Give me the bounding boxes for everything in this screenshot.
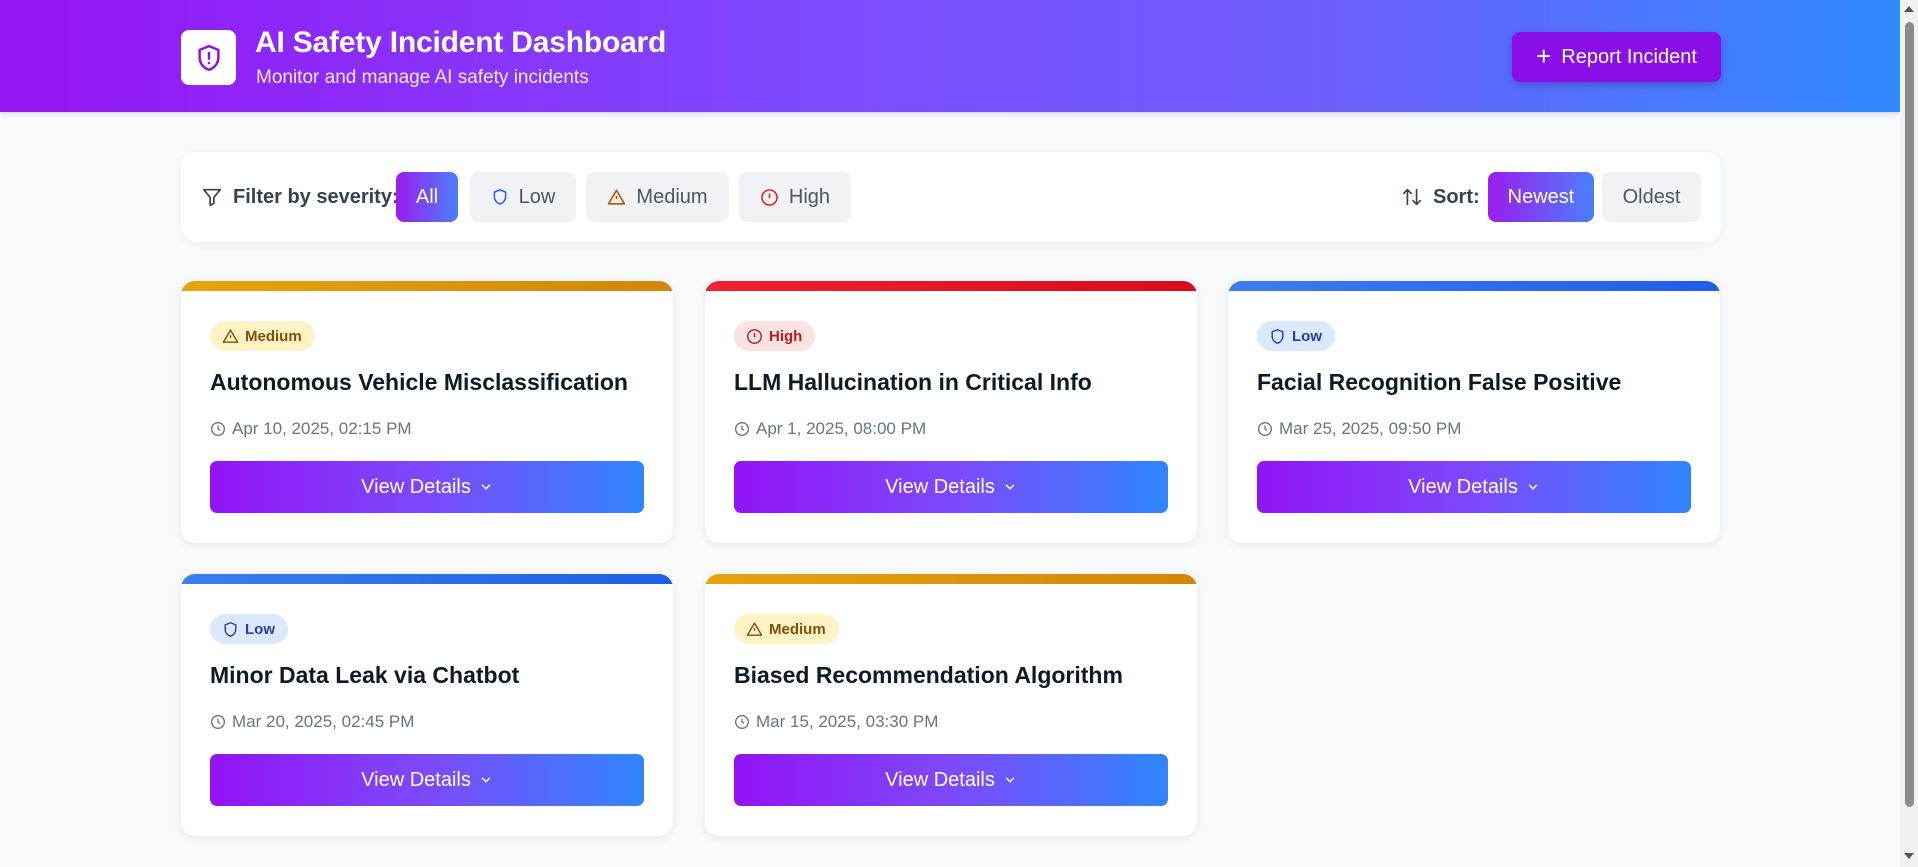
chevron-down-icon bbox=[481, 777, 491, 783]
incident-date: Mar 25, 2025, 09:50 PM bbox=[1257, 419, 1461, 439]
severity-badge: Low bbox=[1257, 321, 1335, 351]
severity-badge-label: High bbox=[769, 327, 803, 345]
view-details-button[interactable]: View Details bbox=[1257, 461, 1691, 513]
filter-low-label: Low bbox=[518, 185, 556, 208]
severity-color-bar bbox=[705, 574, 1197, 584]
view-details-button[interactable]: View Details bbox=[734, 754, 1168, 806]
incident-date-text: Mar 25, 2025, 09:50 PM bbox=[1279, 419, 1462, 438]
sort-oldest-label: Oldest bbox=[1622, 185, 1681, 208]
severity-badge: Medium bbox=[734, 614, 839, 644]
view-details-label: View Details bbox=[361, 768, 471, 791]
filter-label: Filter by severity: bbox=[233, 185, 399, 208]
report-incident-label: Report Incident bbox=[1561, 45, 1697, 68]
shield-alert-icon bbox=[197, 44, 220, 71]
chevron-down-icon bbox=[1005, 484, 1015, 490]
incident-date: Mar 20, 2025, 02:45 PM bbox=[210, 712, 414, 732]
sort-label-group: Sort: bbox=[1401, 152, 1480, 242]
severity-badge-label: Low bbox=[1292, 327, 1322, 345]
severity-badge-label: Medium bbox=[769, 620, 826, 638]
warning-triangle-icon bbox=[608, 189, 626, 205]
incident-card: Medium Autonomous Vehicle Misclassificat… bbox=[181, 281, 673, 543]
scroll-up-arrow-icon[interactable] bbox=[1904, 6, 1914, 12]
filter-high-label: High bbox=[788, 185, 831, 208]
filter-high-button[interactable]: High bbox=[739, 172, 851, 222]
chevron-down-icon bbox=[1005, 777, 1015, 783]
sort-newest-button[interactable]: Newest bbox=[1488, 172, 1594, 222]
severity-badge: High bbox=[734, 321, 816, 351]
incident-date-text: Apr 1, 2025, 08:00 PM bbox=[756, 419, 927, 438]
incident-title: LLM Hallucination in Critical Info bbox=[734, 369, 1092, 395]
sort-oldest-button[interactable]: Oldest bbox=[1602, 172, 1701, 222]
filter-low-button[interactable]: Low bbox=[470, 172, 576, 222]
incident-date: Apr 1, 2025, 08:00 PM bbox=[734, 419, 926, 439]
alert-circle-icon bbox=[761, 188, 778, 206]
incident-title: Facial Recognition False Positive bbox=[1257, 369, 1622, 395]
incident-title: Biased Recommendation Algorithm bbox=[734, 662, 1123, 688]
severity-badge: Medium bbox=[210, 321, 315, 351]
view-details-label: View Details bbox=[1408, 475, 1518, 498]
warning-triangle-icon bbox=[222, 328, 239, 343]
scroll-down-arrow-icon[interactable] bbox=[1904, 853, 1914, 859]
clock-icon bbox=[735, 422, 749, 436]
sort-label: Sort: bbox=[1433, 185, 1480, 208]
incident-card: Low Facial Recognition False Positive Ma… bbox=[1228, 281, 1720, 543]
plus-icon: + bbox=[1536, 40, 1552, 71]
filter-medium-label: Medium bbox=[636, 185, 708, 208]
shield-icon bbox=[1271, 328, 1284, 344]
incident-date-text: Mar 15, 2025, 03:30 PM bbox=[756, 712, 939, 731]
view-details-label: View Details bbox=[885, 475, 995, 498]
chevron-down-icon bbox=[481, 484, 491, 490]
view-details-label: View Details bbox=[885, 768, 995, 791]
view-details-button[interactable]: View Details bbox=[734, 461, 1168, 513]
shield-icon bbox=[493, 189, 507, 205]
report-incident-button[interactable]: + Report Incident bbox=[1512, 32, 1721, 82]
clock-icon bbox=[211, 715, 225, 729]
incident-title: Autonomous Vehicle Misclassification bbox=[210, 369, 628, 395]
incident-title: Minor Data Leak via Chatbot bbox=[210, 662, 520, 688]
view-details-button[interactable]: View Details bbox=[210, 754, 644, 806]
clock-icon bbox=[1258, 422, 1272, 436]
alert-circle-icon bbox=[747, 328, 762, 344]
severity-badge-label: Medium bbox=[245, 327, 302, 345]
severity-color-bar bbox=[1228, 281, 1720, 291]
incident-card: Low Minor Data Leak via Chatbot Mar 20, … bbox=[181, 574, 673, 836]
app-header: AI Safety Incident Dashboard Monitor and… bbox=[0, 0, 1900, 112]
filter-bar: Filter by severity: All Low Medium High … bbox=[181, 152, 1721, 242]
filter-medium-button[interactable]: Medium bbox=[586, 172, 729, 222]
view-details-button[interactable]: View Details bbox=[210, 461, 644, 513]
clock-icon bbox=[211, 422, 225, 436]
severity-color-bar bbox=[181, 281, 673, 291]
scrollbar-thumb[interactable] bbox=[1905, 22, 1914, 807]
sort-newest-label: Newest bbox=[1507, 185, 1575, 208]
app-logo bbox=[181, 30, 236, 85]
severity-badge: Low bbox=[210, 614, 288, 644]
sort-arrows-icon bbox=[1402, 188, 1422, 206]
app-title: AI Safety Incident Dashboard bbox=[255, 26, 667, 59]
warning-triangle-icon bbox=[746, 621, 763, 636]
incident-card: Medium Biased Recommendation Algorithm M… bbox=[705, 574, 1197, 836]
chevron-down-icon bbox=[1528, 484, 1538, 490]
shield-icon bbox=[224, 621, 237, 637]
incident-date-text: Apr 10, 2025, 02:15 PM bbox=[232, 419, 412, 438]
filter-icon bbox=[202, 188, 222, 207]
filter-all-label: All bbox=[415, 185, 439, 208]
incident-date: Apr 10, 2025, 02:15 PM bbox=[210, 419, 412, 439]
severity-color-bar bbox=[181, 574, 673, 584]
vertical-scrollbar[interactable] bbox=[1900, 0, 1918, 867]
incident-card: High LLM Hallucination in Critical Info … bbox=[705, 281, 1197, 543]
filter-all-button[interactable]: All bbox=[396, 172, 458, 222]
severity-color-bar bbox=[705, 281, 1197, 291]
view-details-label: View Details bbox=[361, 475, 471, 498]
severity-filter-label-group: Filter by severity: bbox=[201, 152, 399, 242]
severity-badge-label: Low bbox=[245, 620, 275, 638]
app-subtitle: Monitor and manage AI safety incidents bbox=[256, 67, 589, 88]
clock-icon bbox=[735, 715, 749, 729]
incident-date-text: Mar 20, 2025, 02:45 PM bbox=[232, 712, 415, 731]
incident-date: Mar 15, 2025, 03:30 PM bbox=[734, 712, 938, 732]
